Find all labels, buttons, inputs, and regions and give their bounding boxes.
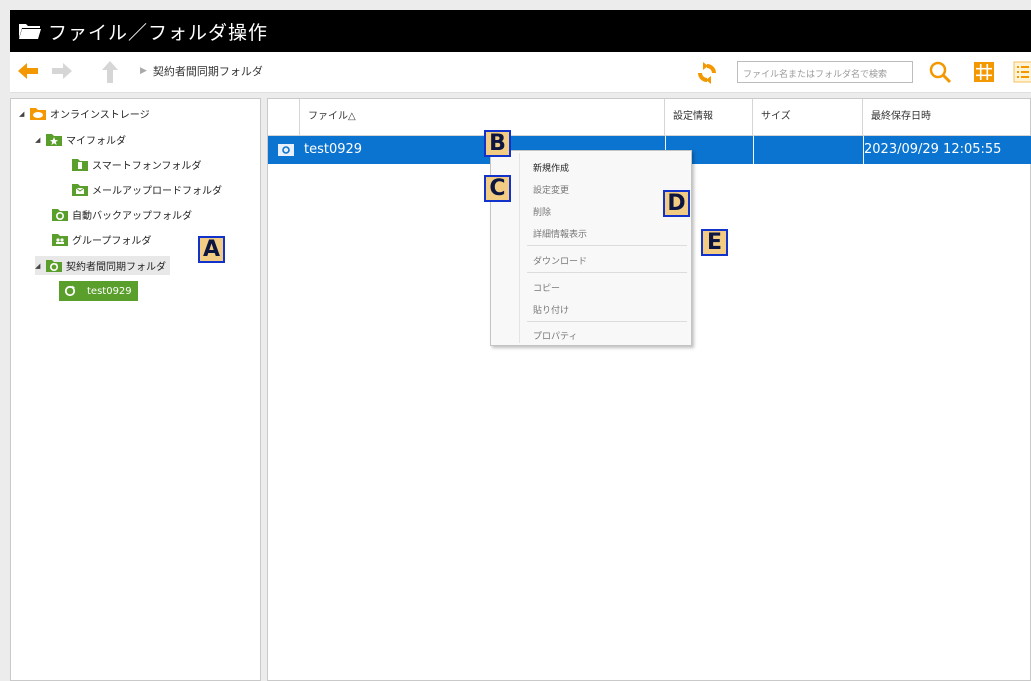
menu-item-new[interactable]: 新規作成 xyxy=(533,161,569,174)
menu-item-download[interactable]: ダウンロード xyxy=(533,254,587,267)
breadcrumb-item[interactable]: 契約者間同期フォルダ xyxy=(153,63,263,79)
menu-item-paste[interactable]: 貼り付け xyxy=(533,303,569,316)
expand-arrow-icon[interactable]: ◢ xyxy=(35,262,45,270)
smartphone-folder-icon xyxy=(72,159,88,171)
column-icon-header xyxy=(268,99,300,135)
tree-item-label: 契約者間同期フォルダ xyxy=(66,262,166,273)
column-header-size[interactable]: サイズ xyxy=(753,99,863,135)
menu-gutter xyxy=(519,153,520,343)
expand-arrow-icon[interactable]: ◢ xyxy=(19,110,29,118)
expand-arrow-icon[interactable]: ◢ xyxy=(35,136,45,144)
tree-item-label: メールアップロードフォルダ xyxy=(92,186,222,197)
tree-item-label: test0929 xyxy=(87,285,132,297)
menu-divider xyxy=(527,272,687,273)
up-arrow-icon[interactable] xyxy=(100,60,120,84)
forward-arrow-icon[interactable] xyxy=(50,60,74,82)
menu-item-properties[interactable]: プロパティ xyxy=(533,329,577,342)
group-folder-icon xyxy=(52,234,68,246)
folder-open-icon xyxy=(19,24,41,39)
column-header-modified[interactable]: 最終保存日時 xyxy=(863,99,1031,135)
marker-e: E xyxy=(701,229,728,256)
tree-item-auto-backup-folder[interactable]: 自動バックアップフォルダ xyxy=(51,207,192,222)
menu-divider xyxy=(527,321,687,322)
list-view-icon[interactable] xyxy=(1013,61,1031,83)
column-divider xyxy=(753,136,754,164)
tree-item-label: 自動バックアップフォルダ xyxy=(72,211,192,222)
refresh-icon[interactable] xyxy=(695,61,719,85)
tree-item-online-storage[interactable]: ◢ オンラインストレージ xyxy=(19,106,150,121)
cloud-folder-icon xyxy=(30,108,46,120)
context-menu: 新規作成 設定変更 削除 詳細情報表示 ダウンロード コピー 貼り付け プロパテ… xyxy=(490,150,692,346)
tree-item-label: マイフォルダ xyxy=(66,136,126,147)
grid-view-icon[interactable] xyxy=(973,61,995,83)
tree-item-label: スマートフォンフォルダ xyxy=(92,161,202,172)
menu-divider xyxy=(527,245,687,246)
tree-item-my-folder[interactable]: ◢ マイフォルダ xyxy=(35,132,126,147)
column-header-settings[interactable]: 設定情報 xyxy=(665,99,753,135)
mail-folder-icon xyxy=(72,184,88,196)
search-input[interactable]: ファイル名またはフォルダ名で検索 xyxy=(737,61,913,83)
window-title: ファイル／フォルダ操作 xyxy=(48,21,269,44)
tree-item-label: オンラインストレージ xyxy=(50,110,150,121)
row-file-name: test0929 xyxy=(304,142,363,157)
marker-c: C xyxy=(484,175,511,202)
breadcrumb: ▶ 契約者間同期フォルダ xyxy=(140,63,263,79)
menu-item-copy[interactable]: コピー xyxy=(533,281,560,294)
star-folder-icon xyxy=(46,134,62,146)
search-icon[interactable] xyxy=(928,60,952,84)
tree-item-test0929[interactable]: test0929 xyxy=(59,281,138,301)
sync-folder-icon xyxy=(64,285,76,297)
folder-tree: ◢ オンラインストレージ ◢ マイフォルダ スマートフォンフォルダ メールアップ… xyxy=(10,98,261,681)
column-header-name[interactable]: ファイル△ xyxy=(300,99,665,135)
tree-item-contract-sync-folder[interactable]: ◢ 契約者間同期フォルダ xyxy=(35,256,170,275)
sync-folder-icon xyxy=(278,144,294,156)
tree-item-mail-upload-folder[interactable]: メールアップロードフォルダ xyxy=(71,182,222,197)
marker-d: D xyxy=(663,190,690,217)
breadcrumb-separator-icon: ▶ xyxy=(140,66,147,76)
tree-item-smartphone-folder[interactable]: スマートフォンフォルダ xyxy=(71,157,201,172)
title-bar: ファイル／フォルダ操作 xyxy=(10,10,1031,52)
toolbar: ▶ 契約者間同期フォルダ ファイル名またはフォルダ名で検索 xyxy=(10,52,1031,93)
tree-item-label: グループフォルダ xyxy=(72,236,152,247)
marker-a: A xyxy=(198,236,225,263)
back-arrow-icon[interactable] xyxy=(16,60,40,82)
menu-item-details[interactable]: 詳細情報表示 xyxy=(533,227,587,240)
sync-folder-icon xyxy=(46,260,62,272)
row-modified: 2023/09/29 12:05:55 xyxy=(864,142,1002,157)
menu-item-delete[interactable]: 削除 xyxy=(533,205,551,218)
menu-item-change-settings[interactable]: 設定変更 xyxy=(533,183,569,196)
tree-item-group-folder[interactable]: グループフォルダ xyxy=(51,232,151,247)
marker-b: B xyxy=(484,130,511,157)
backup-folder-icon xyxy=(52,209,68,221)
